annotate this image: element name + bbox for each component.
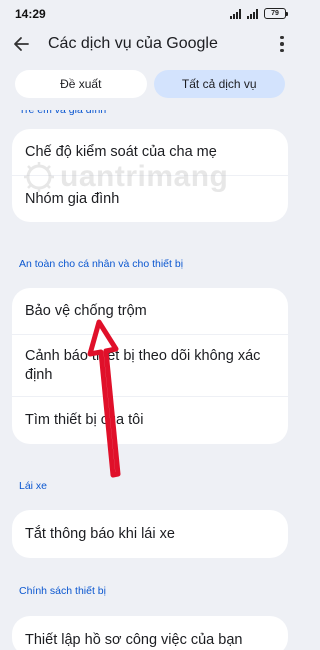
list-item-find-my-device[interactable]: Tìm thiết bị của tôi: [12, 396, 288, 444]
list-item-work-profile[interactable]: Thiết lập hồ sơ công việc của bạn: [12, 616, 288, 650]
page-title: Các dịch vụ của Google: [48, 35, 218, 52]
tab-suggested[interactable]: Đề xuất: [15, 70, 147, 98]
status-icons: 79: [230, 8, 288, 19]
app-bar: Các dịch vụ của Google: [0, 28, 300, 62]
list-item-theft-protection[interactable]: Bảo vệ chống trộm: [12, 288, 288, 334]
signal-icon: [230, 8, 241, 19]
battery-icon: 79: [264, 8, 288, 19]
tab-all-services[interactable]: Tất cả dịch vụ: [153, 70, 285, 98]
list-item-driving-notifications[interactable]: Tắt thông báo khi lái xe: [12, 510, 288, 558]
signal-icon-2: [247, 8, 258, 19]
status-time: 14:29: [15, 7, 46, 21]
more-vert-icon: [280, 35, 284, 40]
list-item-unknown-tracker-alerts[interactable]: Cảnh báo thiết bị theo dõi không xác địn…: [12, 334, 288, 396]
card-safety: Bảo vệ chống trộm Cảnh báo thiết bị theo…: [12, 288, 288, 444]
section-header-device-policy: Chính sách thiết bị: [19, 585, 106, 597]
arrow-back-icon: [14, 37, 29, 51]
tab-bar: Đề xuất Tất cả dịch vụ: [15, 70, 285, 98]
section-header-driving: Lái xe: [19, 480, 48, 492]
card-family: Chế độ kiểm soát của cha mẹ Nhóm gia đìn…: [12, 129, 288, 222]
list-item-parental-controls[interactable]: Chế độ kiểm soát của cha mẹ: [12, 129, 288, 175]
back-button[interactable]: [9, 32, 33, 56]
more-options-button[interactable]: [272, 32, 292, 56]
card-driving: Tắt thông báo khi lái xe: [12, 510, 288, 558]
scroll-clip: [0, 98, 300, 110]
status-bar: 14:29 79: [0, 0, 300, 28]
card-device-policy: Thiết lập hồ sơ công việc của bạn: [12, 616, 288, 650]
section-header-safety: An toàn cho cá nhân và cho thiết bị: [19, 258, 184, 270]
list-item-family-group[interactable]: Nhóm gia đình: [12, 175, 288, 222]
